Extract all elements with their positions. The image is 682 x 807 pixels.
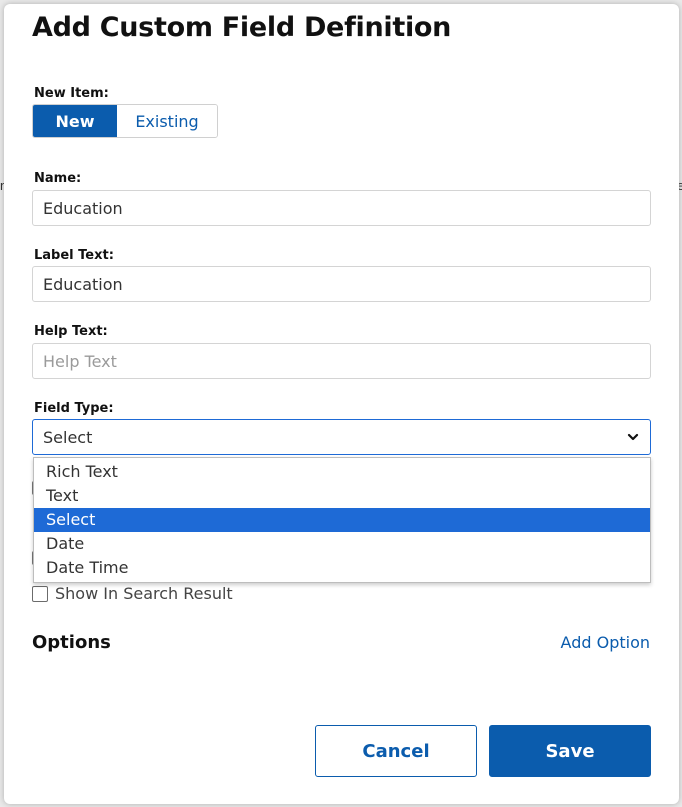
name-input[interactable] bbox=[32, 190, 651, 226]
dropdown-option-select[interactable]: Select bbox=[34, 508, 650, 532]
chevron-down-icon bbox=[626, 429, 640, 448]
help-text-label: Help Text: bbox=[34, 324, 108, 339]
show-in-search-label: Show In Search Result bbox=[55, 584, 233, 603]
dropdown-option-rich-text[interactable]: Rich Text bbox=[34, 460, 650, 484]
existing-toggle-button[interactable]: Existing bbox=[117, 105, 217, 137]
label-text-input[interactable] bbox=[32, 266, 651, 302]
label-text-label: Label Text: bbox=[34, 248, 114, 263]
field-type-value: Select bbox=[43, 427, 93, 447]
new-item-label: New Item: bbox=[34, 86, 109, 101]
help-text-input[interactable] bbox=[32, 343, 651, 379]
custom-field-dialog: Add Custom Field Definition New Item: Ne… bbox=[4, 4, 679, 804]
dropdown-option-date-time[interactable]: Date Time bbox=[34, 556, 650, 580]
name-label: Name: bbox=[34, 171, 82, 186]
show-in-search-row[interactable]: Show In Search Result bbox=[32, 584, 233, 603]
save-button[interactable]: Save bbox=[489, 725, 651, 777]
show-in-search-checkbox[interactable] bbox=[32, 585, 48, 602]
options-heading: Options bbox=[32, 632, 111, 653]
dropdown-option-text[interactable]: Text bbox=[34, 484, 650, 508]
field-type-dropdown-list: Rich Text Text Select Date Date Time bbox=[33, 457, 651, 583]
new-item-toggle: New Existing bbox=[32, 104, 218, 138]
cancel-button[interactable]: Cancel bbox=[315, 725, 477, 777]
new-toggle-button[interactable]: New bbox=[33, 105, 117, 137]
field-type-select[interactable]: Select bbox=[32, 419, 651, 455]
add-option-link[interactable]: Add Option bbox=[561, 633, 650, 652]
field-type-label: Field Type: bbox=[34, 401, 114, 416]
dialog-title: Add Custom Field Definition bbox=[32, 12, 452, 43]
dropdown-option-date[interactable]: Date bbox=[34, 532, 650, 556]
